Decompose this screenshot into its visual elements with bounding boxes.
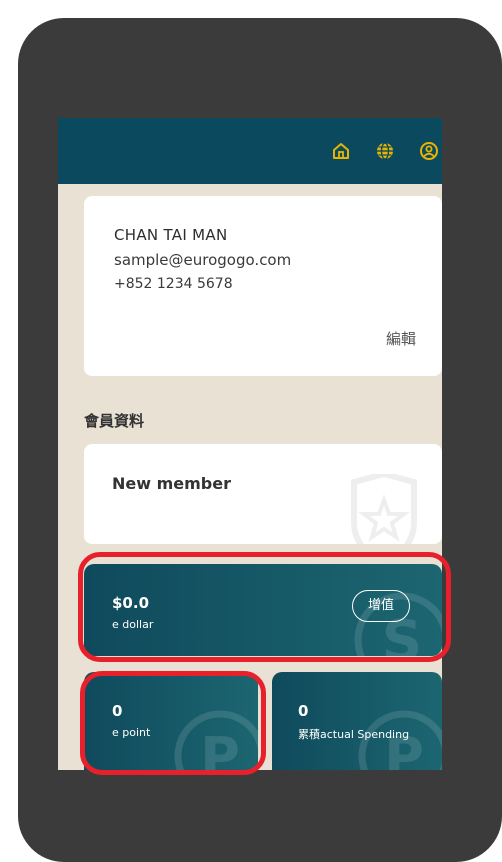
profile-email: sample@eurogogo.com — [114, 251, 292, 269]
highlight-e-point — [80, 671, 266, 775]
account-icon[interactable] — [418, 140, 440, 162]
membership-tier-card: New member — [84, 444, 442, 544]
shield-star-icon — [351, 474, 417, 544]
edit-profile-link[interactable]: 編輯 — [386, 328, 416, 349]
profile-card: CHAN TAI MAN sample@eurogogo.com +852 12… — [84, 196, 442, 376]
home-icon[interactable] — [330, 140, 352, 162]
profile-name: CHAN TAI MAN — [114, 226, 228, 244]
profile-phone: +852 1234 5678 — [114, 276, 233, 292]
spending-value: 0 — [298, 702, 309, 720]
globe-icon[interactable] — [374, 140, 396, 162]
member-section-title: 會員資料 — [84, 412, 145, 430]
highlight-e-dollar — [78, 552, 451, 662]
spending-label: 累積actual Spending — [298, 728, 410, 741]
spending-card: P 0 累積actual Spending — [272, 672, 442, 770]
membership-tier-label: New member — [112, 474, 231, 493]
top-navigation-bar — [58, 118, 442, 184]
